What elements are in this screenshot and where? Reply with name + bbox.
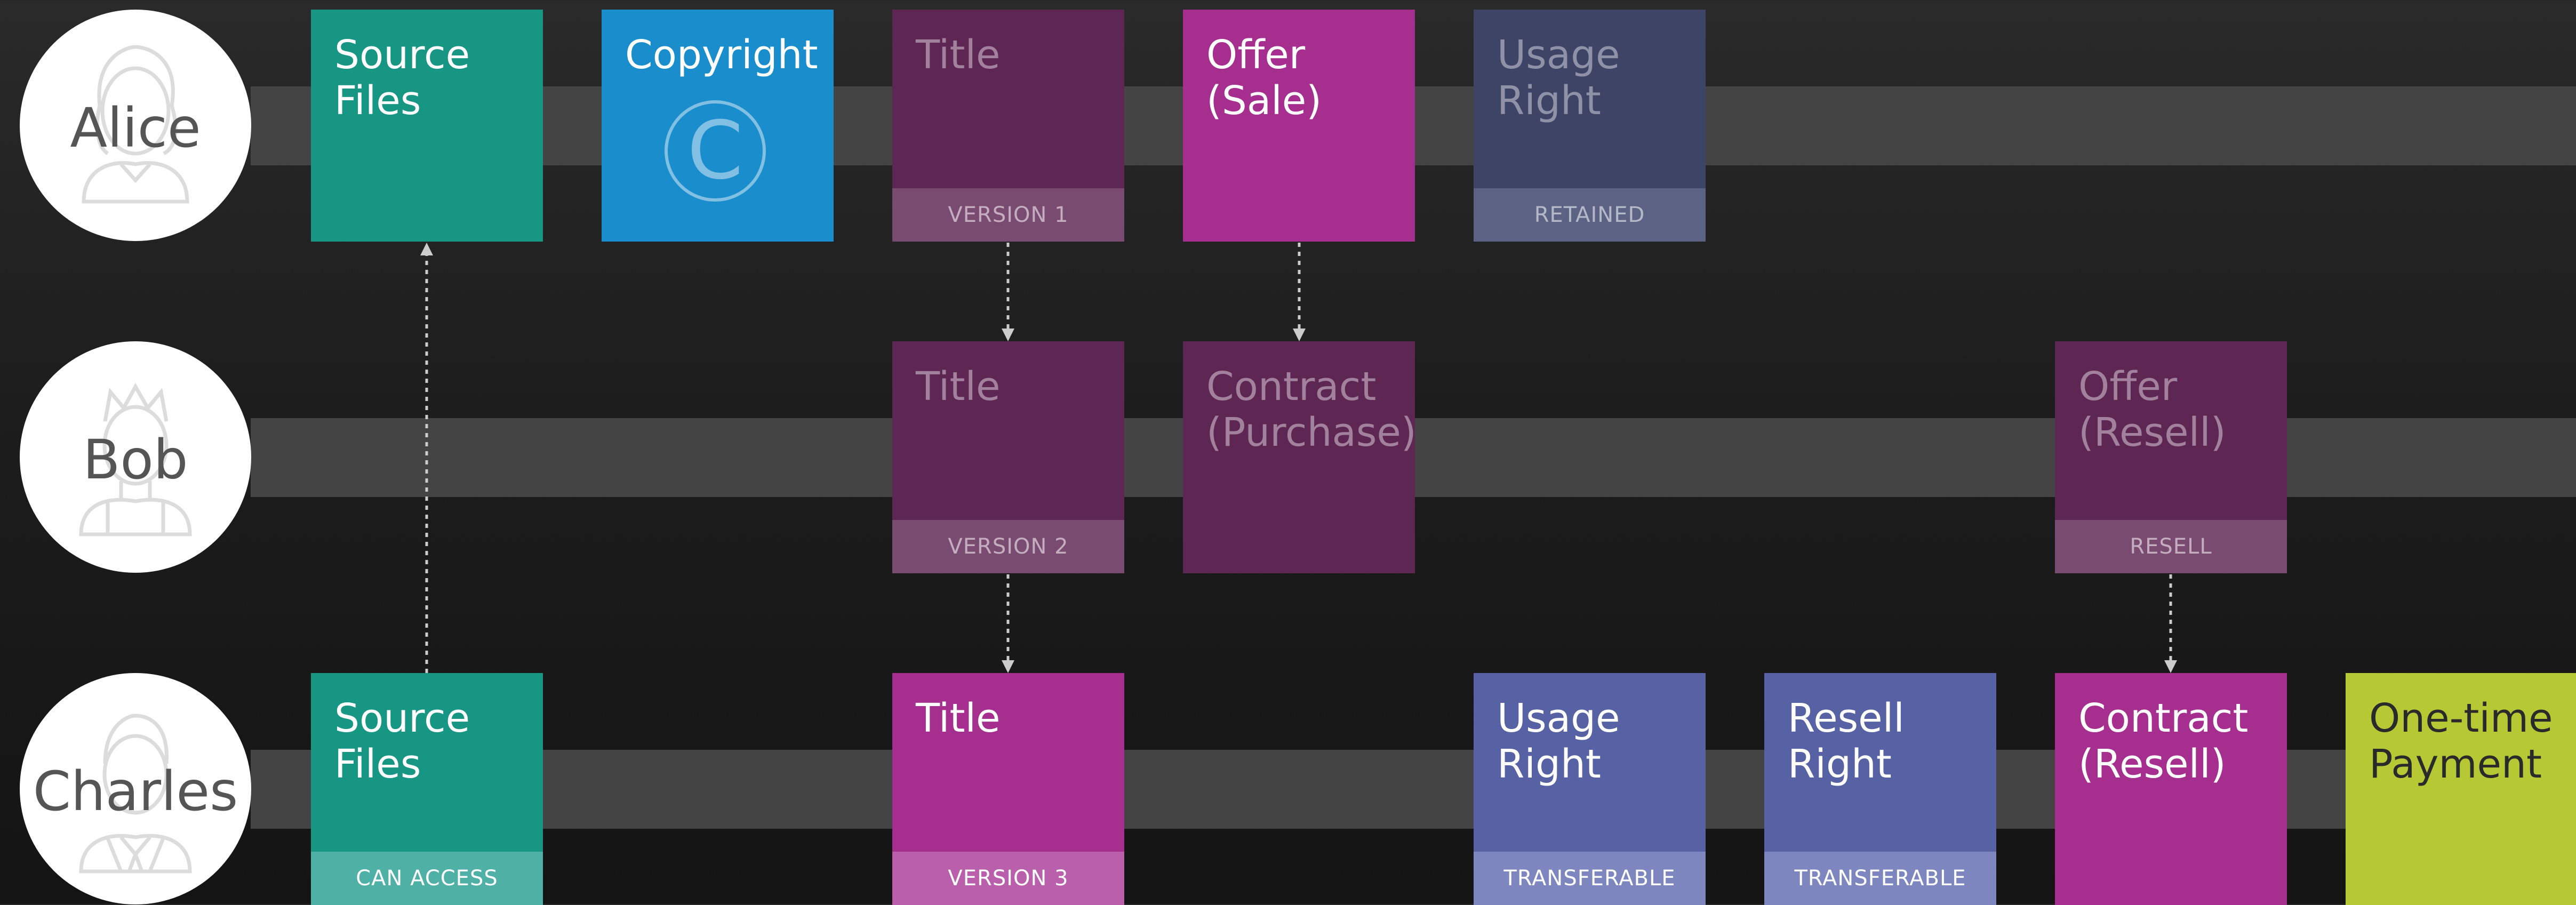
card-title: Source Files — [334, 695, 470, 787]
card-title: Title — [916, 364, 1001, 410]
card-title: Source Files — [334, 32, 470, 124]
card-alice-source-files: Source Files — [311, 10, 543, 242]
card-title: One-time Payment — [2369, 695, 2553, 787]
card-badge: RESELL — [2055, 520, 2287, 573]
arrowhead-down — [1002, 329, 1014, 341]
card-alice-copyright: Copyright C — [602, 10, 834, 242]
card-title: Contract (Resell) — [2078, 695, 2249, 787]
actor-alice: Alice — [20, 10, 251, 241]
card-title: Offer (Sale) — [1206, 32, 1322, 124]
card-title: Usage Right — [1497, 32, 1620, 124]
card-badge: CAN ACCESS — [311, 852, 543, 905]
card-title: Title — [916, 695, 1001, 741]
arrowhead-down — [2164, 660, 2177, 673]
card-title: Contract (Purchase) — [1206, 364, 1417, 455]
card-badge: VERSION 2 — [892, 520, 1124, 573]
card-alice-usage-right: Usage Right RETAINED — [1474, 10, 1706, 242]
card-bob-contract: Contract (Purchase) — [1183, 341, 1417, 573]
card-title: Resell Right — [1788, 695, 1905, 787]
arrowhead-up — [420, 243, 433, 255]
actor-name-bob: Bob — [83, 428, 188, 492]
actor-bob: Bob — [20, 341, 251, 573]
card-badge: VERSION 3 — [892, 852, 1124, 905]
card-title: Usage Right — [1497, 695, 1620, 787]
card-badge: TRANSFERABLE — [1764, 852, 1996, 905]
actor-name-alice: Alice — [70, 97, 201, 160]
card-charles-contract: Contract (Resell) — [2055, 673, 2287, 905]
card-charles-title: Title VERSION 3 — [892, 673, 1124, 905]
card-alice-offer: Offer (Sale) — [1183, 10, 1415, 242]
card-badge: RETAINED — [1474, 188, 1706, 242]
card-charles-usage-right: Usage Right TRANSFERABLE — [1474, 673, 1706, 905]
card-badge: VERSION 1 — [892, 188, 1124, 242]
card-charles-payment: One-time Payment — [2346, 673, 2576, 905]
card-badge: TRANSFERABLE — [1474, 852, 1706, 905]
card-bob-offer: Offer (Resell) RESELL — [2055, 341, 2287, 573]
copyright-icon: C — [665, 100, 766, 202]
card-bob-title: Title VERSION 2 — [892, 341, 1124, 573]
actor-charles: Charles — [20, 673, 251, 904]
card-title: Offer (Resell) — [2078, 364, 2226, 455]
card-title: Copyright — [625, 32, 818, 78]
actor-name-charles: Charles — [33, 760, 238, 823]
card-charles-source-files: Source Files CAN ACCESS — [311, 673, 543, 905]
arrowhead-down — [1002, 660, 1014, 673]
card-charles-resell-right: Resell Right TRANSFERABLE — [1764, 673, 1996, 905]
card-alice-title: Title VERSION 1 — [892, 10, 1124, 242]
card-title: Title — [916, 32, 1001, 78]
arrowhead-down — [1293, 329, 1306, 341]
